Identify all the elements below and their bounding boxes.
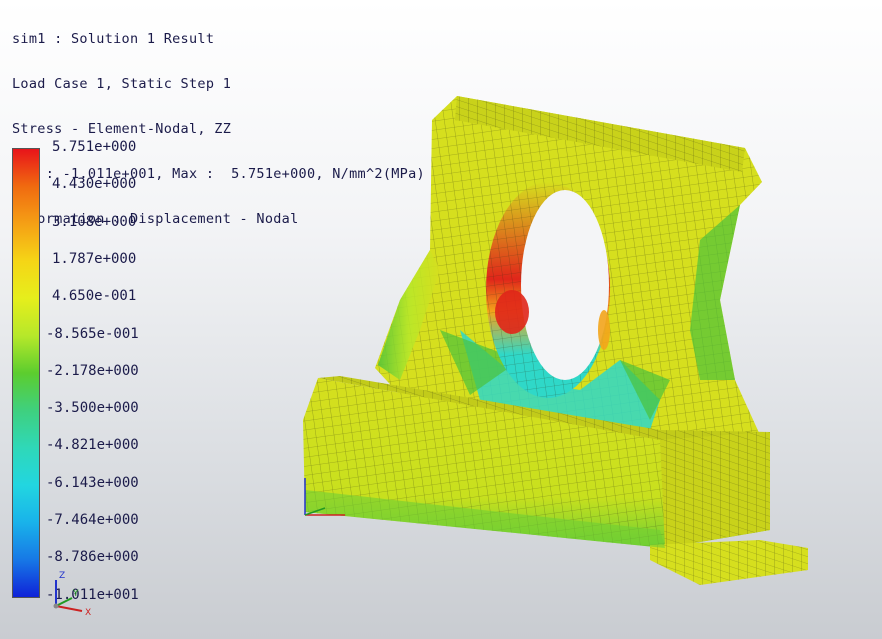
triad-y-axis — [55, 597, 73, 607]
bore-hole-opening — [521, 190, 609, 380]
fem-model-viewport[interactable]: Z Y X — [0, 0, 882, 639]
triad-x-axis — [55, 605, 83, 612]
view-triad: Z Y X — [53, 571, 91, 618]
triad-x-label: X — [85, 608, 91, 618]
max-stress-spot — [495, 290, 529, 334]
triad-y-label: Y — [72, 589, 79, 599]
triad-z-label: Z — [59, 571, 65, 581]
